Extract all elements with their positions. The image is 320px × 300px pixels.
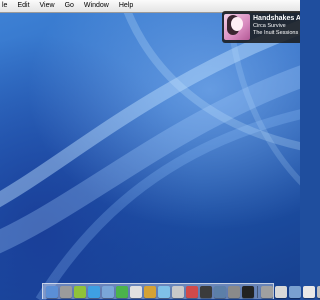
chat-icon[interactable] (116, 285, 128, 298)
menu-window[interactable]: Window (79, 0, 114, 12)
finder-icon[interactable] (46, 285, 58, 298)
album-art (224, 14, 250, 40)
photo-icon[interactable] (214, 285, 226, 298)
track-album: The Inuit Sessions ( (253, 30, 300, 36)
film-icon[interactable] (200, 285, 212, 298)
now-playing-notification[interactable]: Handshakes At Circa Survive The Inuit Se… (222, 11, 300, 43)
text-editor-icon[interactable] (130, 285, 142, 298)
menu-go[interactable]: Go (60, 0, 79, 12)
menu-view[interactable]: View (35, 0, 60, 12)
track-artist: Circa Survive (253, 23, 286, 29)
safari-icon[interactable] (88, 285, 100, 298)
menu-edit[interactable]: Edit (12, 0, 34, 12)
itunes-icon[interactable] (158, 285, 170, 298)
document-icon[interactable] (303, 285, 315, 298)
track-title: Handshakes At (253, 15, 300, 22)
pen-icon[interactable] (144, 285, 156, 298)
folder-icon[interactable] (289, 285, 301, 298)
dock (42, 283, 320, 299)
wallpaper-swoosh (0, 0, 300, 300)
phone-icon[interactable] (172, 285, 184, 298)
desktop-wallpaper (0, 0, 300, 300)
menu-help[interactable]: Help (114, 0, 138, 12)
menu-file[interactable]: le (0, 0, 12, 12)
tools-icon[interactable] (228, 285, 240, 298)
game-icon[interactable] (186, 285, 198, 298)
preferences-icon[interactable] (261, 285, 273, 298)
android-icon[interactable] (74, 285, 86, 298)
network-icon[interactable] (102, 285, 114, 298)
window-icon[interactable] (275, 285, 287, 298)
automator-icon[interactable] (60, 285, 72, 298)
terminal-icon[interactable] (242, 285, 254, 298)
dock-separator (257, 285, 258, 298)
